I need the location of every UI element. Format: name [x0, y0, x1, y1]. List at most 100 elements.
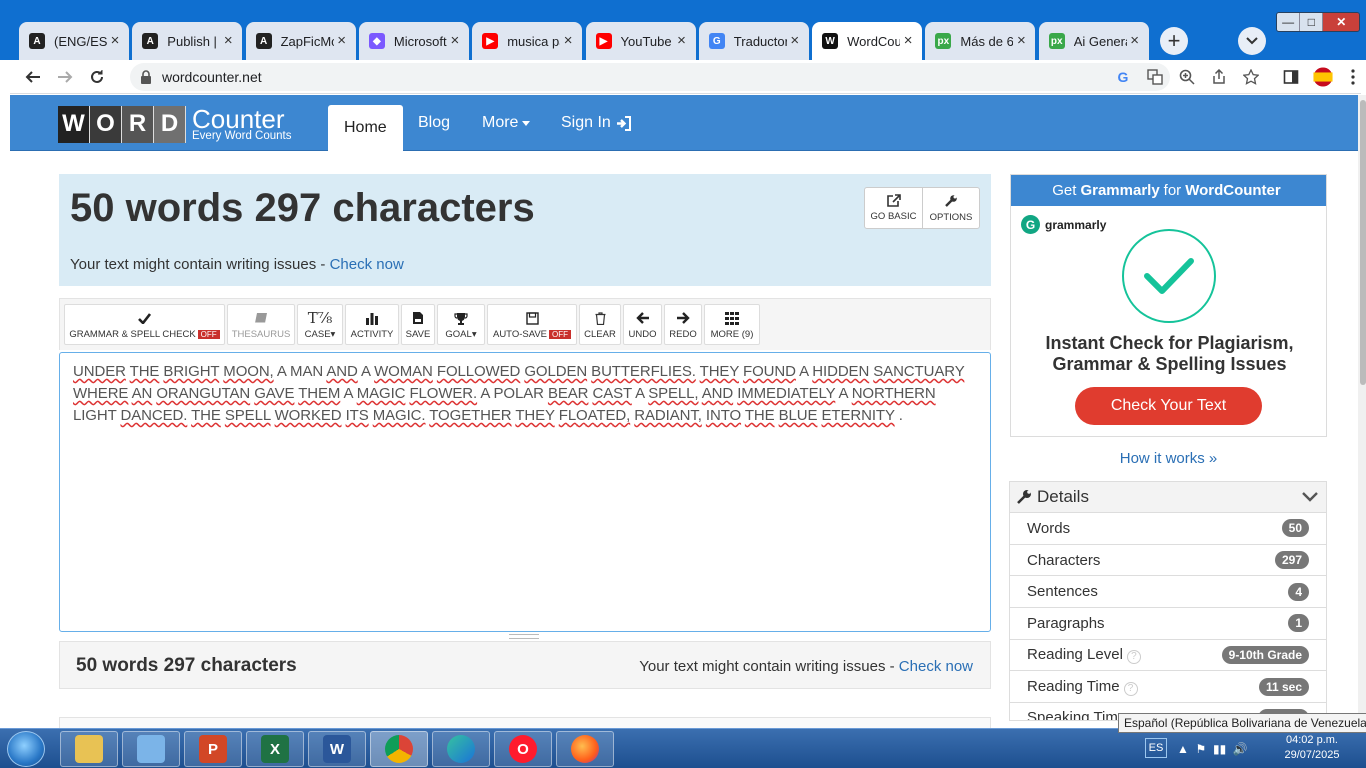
- editor-word: MOON,: [223, 363, 274, 380]
- bottom-stats-bar: 50 words 297 characters Your text might …: [59, 641, 991, 689]
- clear-button[interactable]: CLEAR: [579, 304, 621, 345]
- address-bar[interactable]: wordcounter.net: [130, 63, 1170, 91]
- arrow-right-icon: [676, 310, 690, 327]
- back-button[interactable]: [22, 66, 44, 88]
- tab-search-button[interactable]: [1238, 27, 1266, 55]
- side-panel-icon[interactable]: [1281, 67, 1301, 87]
- tab-close-icon[interactable]: ×: [560, 33, 576, 49]
- profile-avatar[interactable]: [1313, 67, 1333, 87]
- auto-save-button[interactable]: AUTO-SAVE OFF: [487, 304, 577, 345]
- check-now-link[interactable]: Check now: [330, 256, 404, 273]
- taskbar-control-panel[interactable]: [122, 731, 180, 767]
- tab-close-icon[interactable]: ×: [220, 33, 236, 49]
- activity-label: ACTIVITY: [350, 328, 394, 340]
- taskbar-word[interactable]: W: [308, 731, 366, 767]
- redo-button[interactable]: REDO: [664, 304, 702, 345]
- share-icon[interactable]: [1209, 67, 1229, 87]
- tab-close-icon[interactable]: ×: [674, 33, 690, 49]
- bookmark-star-icon[interactable]: [1241, 67, 1261, 87]
- google-icon[interactable]: G: [1113, 67, 1133, 87]
- nav-sign-in[interactable]: Sign In: [545, 95, 648, 151]
- save-label: SAVE: [405, 328, 431, 340]
- menu-icon[interactable]: [1343, 67, 1363, 87]
- bottom-check-now-link[interactable]: Check now: [899, 658, 973, 675]
- grammar-spell-check-button[interactable]: GRAMMAR & SPELL CHECK OFF: [64, 304, 225, 345]
- grammarly-ad[interactable]: Get Grammarly for WordCounter G grammarl…: [1010, 174, 1327, 437]
- browser-tab[interactable]: A ZapFicMc ×: [245, 22, 356, 60]
- how-it-works-link[interactable]: How it works »: [1010, 450, 1327, 467]
- browser-tab[interactable]: G Traductor ×: [698, 22, 809, 60]
- browser-tab[interactable]: ▶ musica pa×: [472, 22, 583, 60]
- editor-word: A: [635, 385, 645, 402]
- options-button[interactable]: OPTIONS: [923, 188, 979, 228]
- translate-icon[interactable]: [1145, 67, 1165, 87]
- tab-close-icon[interactable]: ×: [787, 33, 803, 49]
- activity-button[interactable]: ACTIVITY: [345, 304, 399, 345]
- goal-button[interactable]: GOAL▾: [437, 304, 485, 345]
- go-basic-button[interactable]: GO BASIC: [865, 188, 923, 228]
- taskbar-chrome[interactable]: [370, 731, 428, 767]
- clock[interactable]: 04:02 p.m. 29/07/2025: [1270, 733, 1354, 763]
- reload-button[interactable]: [86, 66, 108, 88]
- details-header[interactable]: Details: [1010, 482, 1326, 513]
- case-button[interactable]: T⅞ CASE▾: [297, 304, 343, 345]
- detail-label: Characters: [1027, 551, 1101, 569]
- ad-header: Get Grammarly for WordCounter: [1011, 175, 1326, 206]
- browser-tab[interactable]: A (ENG/ESP×: [19, 22, 129, 60]
- word-icon: W: [323, 735, 351, 763]
- taskbar-opera[interactable]: O: [494, 731, 552, 767]
- taskbar-edge[interactable]: [432, 731, 490, 767]
- tab-close-icon[interactable]: ×: [107, 33, 123, 49]
- taskbar-firefox[interactable]: [556, 731, 614, 767]
- chevron-down-icon[interactable]: [1302, 492, 1318, 502]
- tab-close-icon[interactable]: ×: [334, 33, 350, 49]
- grid-icon: [725, 310, 739, 327]
- editor-word: ETERNITY: [821, 407, 895, 424]
- check-your-text-button[interactable]: Check Your Text: [1075, 387, 1262, 425]
- how-it-works-text[interactable]: How it works »: [1120, 450, 1218, 467]
- close-window-button[interactable]: ✕: [1323, 13, 1359, 31]
- scrollbar-thumb[interactable]: [1360, 100, 1366, 385]
- help-icon[interactable]: ?: [1126, 650, 1141, 665]
- help-icon[interactable]: ?: [1123, 681, 1138, 696]
- editor-word: A: [360, 363, 371, 380]
- browser-tab[interactable]: W WordCou ×: [812, 22, 923, 60]
- browser-tab[interactable]: px Ai Genera ×: [1038, 22, 1149, 60]
- nav-home[interactable]: Home: [328, 105, 403, 151]
- tab-close-icon[interactable]: ×: [900, 33, 916, 49]
- zoom-icon[interactable]: [1177, 67, 1197, 87]
- more-tools-button[interactable]: MORE (9): [704, 304, 760, 345]
- nav-blog[interactable]: Blog: [402, 95, 466, 151]
- undo-button[interactable]: UNDO: [623, 304, 662, 345]
- wordcounter-logo[interactable]: W O R D Counter Every Word Counts: [58, 105, 292, 143]
- thesaurus-button[interactable]: THESAURUS: [227, 304, 295, 345]
- floppy-icon: [525, 310, 539, 327]
- resize-handle[interactable]: [509, 634, 539, 639]
- system-tray[interactable]: ▲ ⚑ ▮▮ 🔊: [1177, 742, 1248, 756]
- tab-close-icon[interactable]: ×: [1013, 33, 1029, 49]
- taskbar-powerpoint[interactable]: P: [184, 731, 242, 767]
- browser-tab[interactable]: px Más de 6 ×: [925, 22, 1036, 60]
- editor-word: ITS: [345, 407, 369, 424]
- save-button[interactable]: SAVE: [401, 304, 435, 345]
- taskbar-excel[interactable]: X: [246, 731, 304, 767]
- browser-tab[interactable]: ◆ Microsoft ×: [358, 22, 469, 60]
- tab-close-icon[interactable]: ×: [447, 33, 463, 49]
- maximize-button[interactable]: □: [1300, 13, 1324, 31]
- google-translate-icon: G: [708, 33, 725, 49]
- browser-tab[interactable]: ▶ YouTube ×: [585, 22, 696, 60]
- editor-word: THEY: [699, 363, 739, 380]
- minimize-button[interactable]: —: [1277, 13, 1301, 31]
- tab-close-icon[interactable]: ×: [1127, 33, 1143, 49]
- text-editor[interactable]: UNDER THE BRIGHT MOON, A MAN AND A WOMAN…: [59, 352, 991, 632]
- word-count-headline: 50 words 297 characters: [70, 186, 535, 230]
- language-indicator[interactable]: ES: [1145, 738, 1167, 758]
- text-case-icon: T⅞: [307, 309, 333, 327]
- forward-button[interactable]: [54, 66, 76, 88]
- taskbar-explorer[interactable]: [60, 731, 118, 767]
- new-tab-button[interactable]: +: [1160, 27, 1188, 55]
- browser-tab[interactable]: A Publish | F×: [132, 22, 243, 60]
- start-button[interactable]: [7, 731, 45, 767]
- nav-more[interactable]: More: [466, 95, 546, 151]
- editor-word: FLOATED,: [558, 407, 631, 424]
